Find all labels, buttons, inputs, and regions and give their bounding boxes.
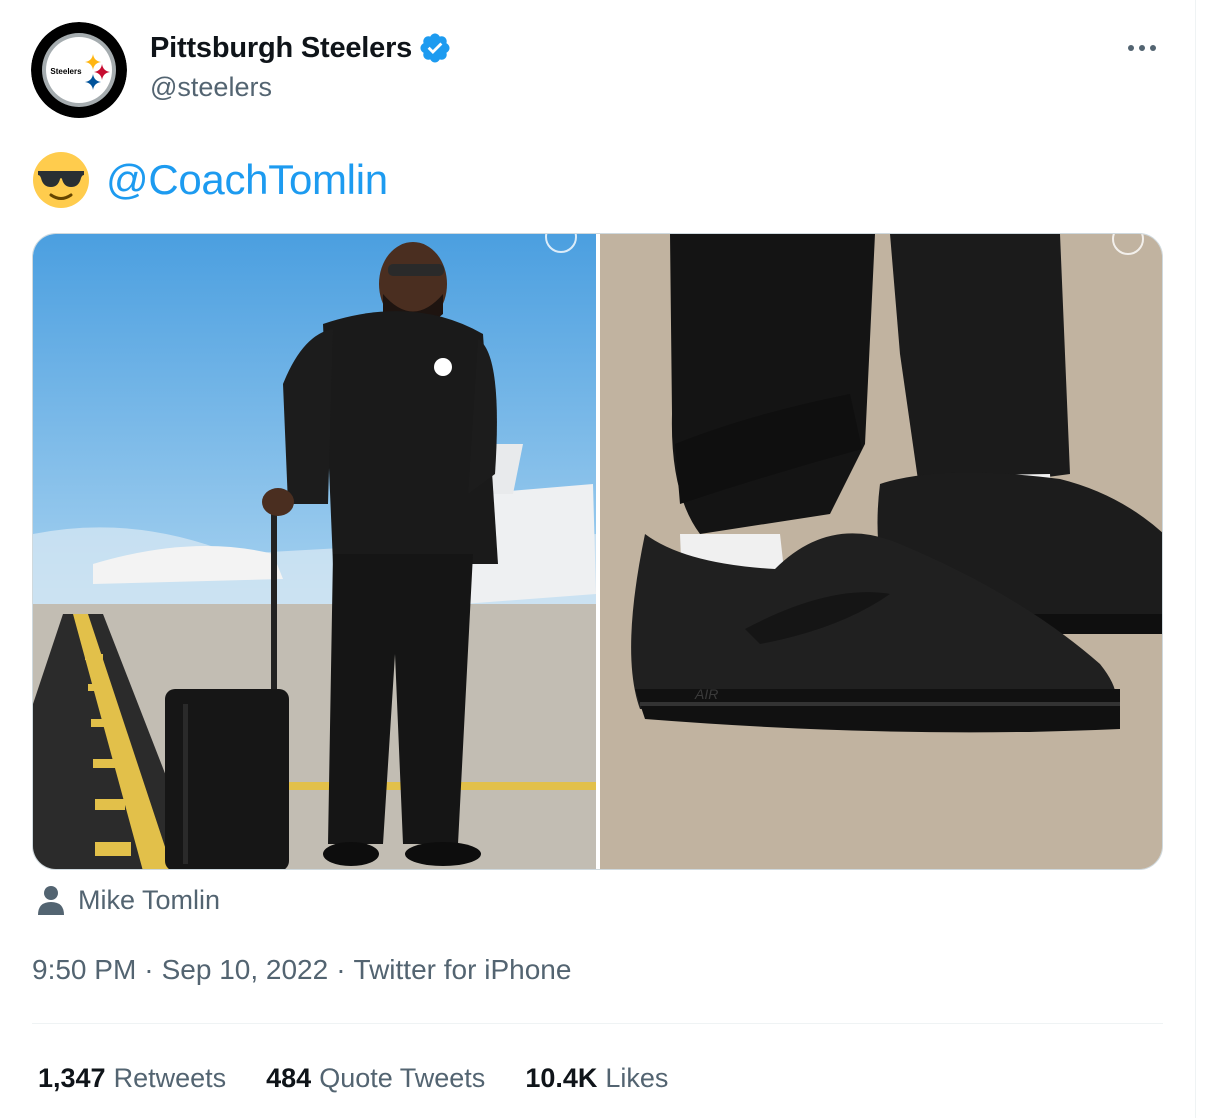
photo-coach-luggage <box>33 234 596 869</box>
retweets-stat[interactable]: 1,347 Retweets <box>38 1063 226 1094</box>
tagged-user[interactable]: Mike Tomlin <box>36 880 220 920</box>
person-icon <box>36 884 66 916</box>
tweet-page: Steelers Pittsburgh Steelers @steelers @… <box>0 0 1208 1118</box>
quote-tweets-label: Quote Tweets <box>319 1062 486 1093</box>
media-grid: AIR <box>32 233 1163 870</box>
retweets-label: Retweets <box>113 1062 227 1093</box>
verified-badge-icon <box>418 31 452 65</box>
photo-black-sneakers: AIR <box>600 234 1162 869</box>
tweet-date[interactable]: Sep 10, 2022 <box>162 954 329 986</box>
tweet-metadata: 9:50 PM · Sep 10, 2022 · Twitter for iPh… <box>32 950 571 990</box>
handle[interactable]: @steelers <box>150 72 272 103</box>
divider <box>32 1023 1163 1024</box>
column-border <box>1195 0 1196 1118</box>
media-photo-1[interactable] <box>33 234 596 869</box>
likes-count: 10.4K <box>525 1062 598 1093</box>
tagged-user-name: Mike Tomlin <box>78 884 221 915</box>
more-horizontal-icon <box>1128 45 1156 51</box>
meta-separator: · <box>336 954 346 985</box>
author-name-row[interactable]: Pittsburgh Steelers <box>150 30 452 66</box>
retweets-count: 1,347 <box>38 1062 106 1093</box>
tweet-stats: 1,347 Retweets 484 Quote Tweets 10.4K Likes <box>38 1058 708 1098</box>
avatar-text: Steelers <box>50 67 82 76</box>
meta-separator: · <box>144 954 154 985</box>
sneaker-air-text: AIR <box>694 686 718 702</box>
likes-stat[interactable]: 10.4K Likes <box>525 1063 668 1094</box>
tweet-source[interactable]: Twitter for iPhone <box>354 954 572 986</box>
tweet-time[interactable]: 9:50 PM <box>32 954 136 986</box>
tweet-text: @CoachTomlin <box>32 150 388 210</box>
more-button[interactable] <box>1120 30 1164 66</box>
avatar[interactable]: Steelers <box>31 22 127 118</box>
display-name[interactable]: Pittsburgh Steelers <box>150 32 412 65</box>
media-photo-2[interactable]: AIR <box>600 234 1162 869</box>
steelers-logo-icon: Steelers <box>31 22 127 118</box>
mention-link[interactable]: @CoachTomlin <box>106 156 388 204</box>
quote-tweets-count: 484 <box>266 1062 312 1093</box>
smiling-face-with-sunglasses-icon <box>32 151 90 209</box>
likes-label: Likes <box>605 1062 669 1093</box>
quote-tweets-stat[interactable]: 484 Quote Tweets <box>266 1063 485 1094</box>
